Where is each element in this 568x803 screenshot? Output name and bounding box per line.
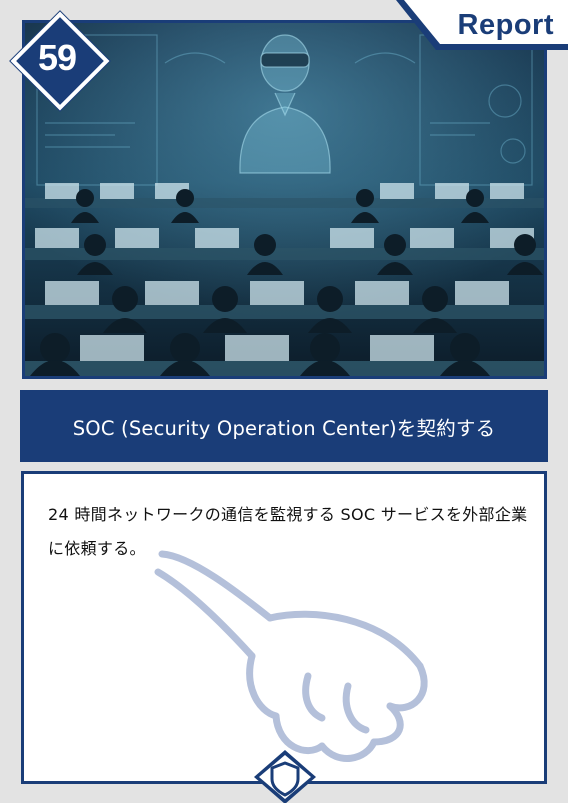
report-card: Report 59 SOC (Security Operation Center… [0,0,568,803]
card-number: 59 [37,37,77,78]
shield-icon [254,750,316,803]
card-description: 24 時間ネットワークの通信を監視する SOC サービスを外部企業に依頼する。 [48,505,528,558]
card-title: SOC (Security Operation Center)を契約する [72,416,496,440]
card-number-badge: 59 [10,11,110,111]
soc-room-illustration [25,23,544,376]
card-illustration [22,20,547,379]
card-description-box: 24 時間ネットワークの通信を監視する SOC サービスを外部企業に依頼する。 [21,471,547,784]
card-title-bar: SOC (Security Operation Center)を契約する [20,390,548,462]
card-type-label: Report [457,9,554,41]
card-type-tab: Report [396,0,568,50]
